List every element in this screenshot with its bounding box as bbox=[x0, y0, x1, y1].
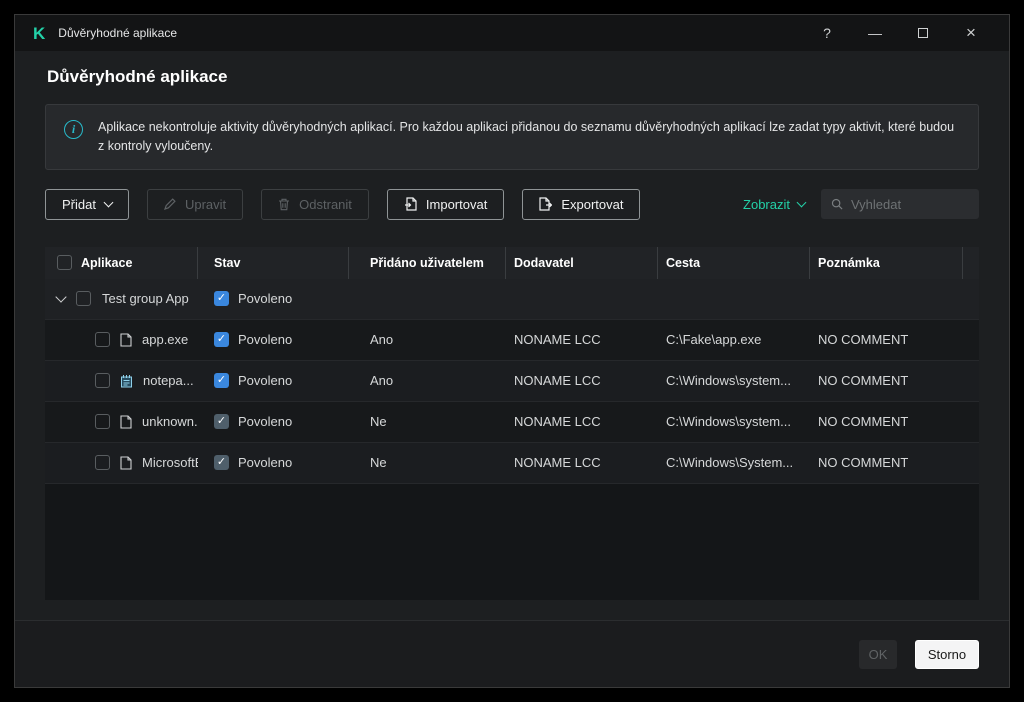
column-header-vendor[interactable]: Dodavatel bbox=[506, 247, 658, 279]
info-banner: i Aplikace nekontroluje aktivity důvěryh… bbox=[45, 104, 979, 170]
vendor: NONAME LCC bbox=[506, 402, 658, 442]
status-checkbox[interactable]: ✓ bbox=[214, 332, 229, 347]
titlebar: K Důvěryhodné aplikace ? — × bbox=[15, 15, 1009, 51]
window-title: Důvěryhodné aplikace bbox=[58, 26, 177, 40]
row-checkbox[interactable] bbox=[95, 373, 110, 388]
edit-button-label: Upravit bbox=[185, 197, 226, 212]
app-name: app.exe bbox=[142, 332, 188, 347]
help-button[interactable]: ? bbox=[803, 25, 851, 41]
app-name: MicrosoftE... bbox=[142, 455, 198, 470]
path: C:\Windows\system... bbox=[658, 361, 810, 401]
info-icon: i bbox=[64, 120, 83, 139]
trash-icon bbox=[278, 198, 290, 211]
chevron-down-icon bbox=[797, 197, 807, 207]
vendor: NONAME LCC bbox=[506, 443, 658, 483]
view-dropdown[interactable]: Zobrazit bbox=[743, 197, 805, 212]
vendor: NONAME LCC bbox=[506, 320, 658, 360]
status-checkbox[interactable]: ✓ bbox=[214, 291, 229, 306]
applications-table: Aplikace Stav Přidáno uživatelem Dodavat… bbox=[45, 247, 979, 600]
edit-button[interactable]: Upravit bbox=[147, 189, 243, 220]
column-header-note[interactable]: Poznámka bbox=[810, 247, 963, 279]
status-checkbox[interactable]: ✓ bbox=[214, 414, 229, 429]
row-checkbox[interactable] bbox=[95, 455, 110, 470]
file-icon bbox=[120, 415, 132, 429]
notepad-icon bbox=[120, 374, 133, 388]
kaspersky-logo-icon: K bbox=[33, 25, 45, 42]
comment: NO COMMENT bbox=[810, 361, 963, 401]
status-checkbox[interactable]: ✓ bbox=[214, 373, 229, 388]
main-content: Důvěryhodné aplikace i Aplikace nekontro… bbox=[15, 67, 1009, 600]
added-by-user: Ano bbox=[349, 361, 506, 401]
export-icon bbox=[539, 197, 552, 211]
import-button-label: Importovat bbox=[426, 197, 487, 212]
column-header-app[interactable]: Aplikace bbox=[81, 247, 198, 279]
table-header: Aplikace Stav Přidáno uživatelem Dodavat… bbox=[45, 247, 979, 279]
group-name: Test group App bbox=[102, 291, 189, 306]
collapse-chevron-icon[interactable] bbox=[55, 291, 66, 302]
maximize-icon bbox=[918, 28, 928, 38]
status-label: Povoleno bbox=[238, 332, 292, 347]
app-name: unknown.... bbox=[142, 414, 198, 429]
status-label: Povoleno bbox=[238, 373, 292, 388]
delete-button-label: Odstranit bbox=[299, 197, 352, 212]
info-banner-text: Aplikace nekontroluje aktivity důvěryhod… bbox=[98, 118, 958, 156]
added-by-user: Ne bbox=[349, 443, 506, 483]
status-checkbox[interactable]: ✓ bbox=[214, 455, 229, 470]
select-all-checkbox[interactable] bbox=[57, 255, 72, 270]
path: C:\Windows\System... bbox=[658, 443, 810, 483]
maximize-button[interactable] bbox=[899, 25, 947, 41]
pencil-icon bbox=[164, 198, 176, 210]
close-button[interactable]: × bbox=[947, 23, 995, 43]
search-icon bbox=[831, 197, 843, 211]
file-icon bbox=[120, 333, 132, 347]
footer: OK Storno bbox=[15, 620, 1009, 687]
chevron-down-icon bbox=[104, 197, 114, 207]
table-row[interactable]: unknown.... ✓ Povoleno Ne NONAME LCC C:\… bbox=[45, 402, 979, 443]
app-window: K Důvěryhodné aplikace ? — × Důvěryhodné… bbox=[14, 14, 1010, 688]
status-label: Povoleno bbox=[238, 291, 292, 306]
file-icon bbox=[120, 456, 132, 470]
row-checkbox[interactable] bbox=[95, 414, 110, 429]
added-by-user: Ne bbox=[349, 402, 506, 442]
page-title: Důvěryhodné aplikace bbox=[47, 67, 979, 87]
search-box[interactable] bbox=[821, 189, 979, 219]
comment: NO COMMENT bbox=[810, 320, 963, 360]
comment: NO COMMENT bbox=[810, 443, 963, 483]
table-row[interactable]: notepa... ✓ Povoleno Ano NONAME LCC C:\W… bbox=[45, 361, 979, 402]
cancel-button[interactable]: Storno bbox=[915, 640, 979, 669]
export-button-label: Exportovat bbox=[561, 197, 623, 212]
group-row[interactable]: Test group App ✓ Povoleno bbox=[45, 279, 979, 320]
import-icon bbox=[404, 197, 417, 211]
vendor: NONAME LCC bbox=[506, 361, 658, 401]
row-checkbox[interactable] bbox=[76, 291, 91, 306]
row-checkbox[interactable] bbox=[95, 332, 110, 347]
table-row[interactable]: MicrosoftE... ✓ Povoleno Ne NONAME LCC C… bbox=[45, 443, 979, 484]
minimize-button[interactable]: — bbox=[851, 25, 899, 41]
add-button-label: Přidat bbox=[62, 197, 96, 212]
ok-button[interactable]: OK bbox=[859, 640, 897, 669]
delete-button[interactable]: Odstranit bbox=[261, 189, 369, 220]
column-header-status[interactable]: Stav bbox=[198, 247, 349, 279]
window-controls: ? — × bbox=[803, 23, 995, 43]
export-button[interactable]: Exportovat bbox=[522, 189, 640, 220]
path: C:\Fake\app.exe bbox=[658, 320, 810, 360]
toolbar: Přidat Upravit Odstranit Importovat Expo… bbox=[45, 189, 979, 220]
path: C:\Windows\system... bbox=[658, 402, 810, 442]
comment: NO COMMENT bbox=[810, 402, 963, 442]
status-label: Povoleno bbox=[238, 414, 292, 429]
add-button[interactable]: Přidat bbox=[45, 189, 129, 220]
table-row[interactable]: app.exe ✓ Povoleno Ano NONAME LCC C:\Fak… bbox=[45, 320, 979, 361]
import-button[interactable]: Importovat bbox=[387, 189, 504, 220]
added-by-user: Ano bbox=[349, 320, 506, 360]
column-header-path[interactable]: Cesta bbox=[658, 247, 810, 279]
status-label: Povoleno bbox=[238, 455, 292, 470]
app-name: notepa... bbox=[143, 373, 194, 388]
column-header-added[interactable]: Přidáno uživatelem bbox=[349, 247, 506, 279]
view-dropdown-label: Zobrazit bbox=[743, 197, 790, 212]
search-input[interactable] bbox=[851, 197, 969, 212]
